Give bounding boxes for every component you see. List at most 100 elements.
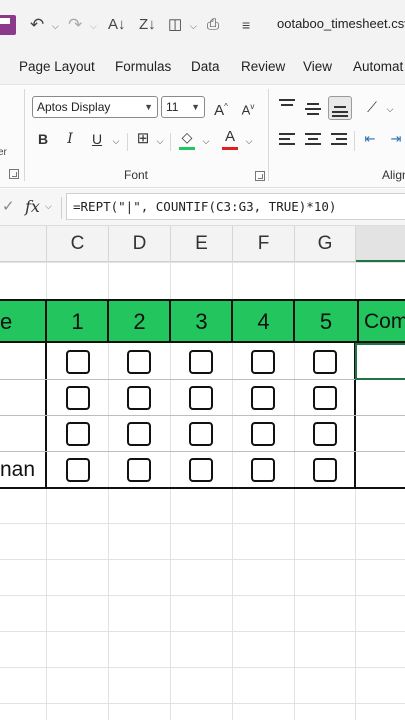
- header-cell-name[interactable]: e: [0, 301, 12, 341]
- checkbox[interactable]: [66, 422, 90, 446]
- tab-automate[interactable]: Automat: [353, 59, 403, 74]
- checkbox[interactable]: [189, 458, 213, 482]
- print-preview-icon[interactable]: ⎙: [207, 14, 219, 36]
- formula-bar: ✓ fx ⌵ =REPT("|", COUNTIF(C3:G3, TRUE)*1…: [0, 189, 405, 226]
- gridline: [0, 262, 405, 263]
- italic-button[interactable]: I: [62, 129, 78, 149]
- ribbon: er Aptos Display ▼ 11 ▼ A^ Av B I U ⌵ ⊞ …: [0, 84, 405, 188]
- header-cell-comment[interactable]: Com: [357, 301, 405, 341]
- gridline: [0, 595, 405, 596]
- underline-dropdown-icon[interactable]: ⌵: [111, 131, 121, 151]
- enter-check-icon[interactable]: ✓: [2, 197, 15, 215]
- checkbox[interactable]: [127, 386, 151, 410]
- middle-align-icon[interactable]: [305, 101, 321, 115]
- underline-button[interactable]: U: [89, 129, 105, 149]
- fill-color-swatch: [179, 147, 195, 150]
- font-color-icon: A: [224, 128, 235, 145]
- ribbon-separator: [268, 89, 269, 181]
- font-color-button[interactable]: A: [221, 127, 239, 150]
- header-cell-day-2[interactable]: 2: [107, 301, 170, 341]
- header-cell-day-1[interactable]: 1: [45, 301, 108, 341]
- bottom-align-button[interactable]: [328, 96, 352, 120]
- tab-formulas[interactable]: Formulas: [115, 59, 171, 74]
- orientation-icon[interactable]: ⟋: [361, 97, 383, 117]
- ribbon-separator: [170, 133, 171, 151]
- shrink-font-button[interactable]: Av: [238, 97, 258, 120]
- tab-review[interactable]: Review: [241, 59, 285, 74]
- header-cell-day-3[interactable]: 3: [169, 301, 232, 341]
- column-header-g[interactable]: G: [295, 226, 356, 262]
- checkbox[interactable]: [127, 350, 151, 374]
- tab-view[interactable]: View: [303, 59, 332, 74]
- header-cell-day-4[interactable]: 4: [231, 301, 294, 341]
- orientation-dropdown-icon[interactable]: ⌵: [385, 99, 395, 119]
- formula-input[interactable]: =REPT("|", COUNTIF(C3:G3, TRUE)*10): [66, 193, 405, 220]
- worksheet-grid[interactable]: e 1 2 3 4 5 Com nan: [0, 262, 405, 720]
- decrease-indent-icon[interactable]: ⇤: [360, 129, 380, 149]
- column-header-e[interactable]: E: [171, 226, 233, 262]
- redo-dropdown-icon[interactable]: ⌵: [90, 15, 97, 37]
- checkbox[interactable]: [127, 458, 151, 482]
- align-right-icon[interactable]: [331, 133, 347, 147]
- checkbox[interactable]: [66, 458, 90, 482]
- checkbox[interactable]: [66, 350, 90, 374]
- save-icon[interactable]: [0, 15, 16, 35]
- active-cell-selection[interactable]: [355, 343, 405, 380]
- chevron-down-icon[interactable]: ⌵: [45, 201, 52, 212]
- font-launcher-icon[interactable]: [255, 171, 265, 181]
- gridline: [0, 667, 405, 668]
- checkbox[interactable]: [189, 386, 213, 410]
- align-left-icon[interactable]: [279, 133, 295, 147]
- font-size-combo[interactable]: 11 ▼: [161, 96, 205, 118]
- shapes-dropdown-icon[interactable]: ⌵: [190, 15, 197, 37]
- column-header-h[interactable]: [356, 226, 405, 262]
- increase-indent-icon[interactable]: ⇥: [386, 129, 405, 149]
- ribbon-separator: [127, 133, 128, 151]
- checkbox[interactable]: [251, 386, 275, 410]
- borders-dropdown-icon[interactable]: ⌵: [155, 131, 165, 151]
- tab-page-layout[interactable]: Page Layout: [19, 59, 95, 74]
- align-center-icon[interactable]: [305, 133, 321, 147]
- top-align-icon[interactable]: [279, 99, 295, 113]
- grow-font-button[interactable]: A^: [211, 97, 231, 121]
- chevron-down-icon: ▼: [144, 102, 153, 112]
- undo-dropdown-icon[interactable]: ⌵: [52, 15, 59, 37]
- checkbox[interactable]: [127, 422, 151, 446]
- checkbox[interactable]: [251, 350, 275, 374]
- checkbox[interactable]: [313, 458, 337, 482]
- column-header-b[interactable]: [0, 226, 47, 262]
- font-color-dropdown-icon[interactable]: ⌵: [244, 131, 254, 151]
- ribbon-separator: [354, 131, 355, 151]
- ribbon-separator: [24, 89, 25, 181]
- sort-ascending-icon[interactable]: A↓: [108, 14, 126, 36]
- checkbox[interactable]: [313, 350, 337, 374]
- checkbox[interactable]: [251, 458, 275, 482]
- fill-color-icon[interactable]: ◇: [178, 127, 196, 150]
- alignment-group-label: Align: [382, 168, 405, 182]
- tab-data[interactable]: Data: [191, 59, 220, 74]
- row-label-4[interactable]: nan: [0, 458, 35, 482]
- quick-access-toolbar: ↶ ⌵ ↷ ⌵ A↓ Z↓ ◫ ⌵ ⎙ ≡ ootaboo_timesheet.…: [0, 0, 405, 50]
- column-header-d[interactable]: D: [109, 226, 171, 262]
- shapes-icon[interactable]: ◫: [168, 14, 182, 36]
- undo-icon[interactable]: ↶: [30, 14, 44, 36]
- checkbox[interactable]: [66, 386, 90, 410]
- checkbox[interactable]: [189, 350, 213, 374]
- checkbox[interactable]: [313, 386, 337, 410]
- checkbox[interactable]: [251, 422, 275, 446]
- header-cell-day-5[interactable]: 5: [293, 301, 357, 341]
- fill-color-dropdown-icon[interactable]: ⌵: [201, 131, 211, 151]
- checkbox[interactable]: [189, 422, 213, 446]
- column-header-f[interactable]: F: [233, 226, 295, 262]
- font-name-combo[interactable]: Aptos Display ▼: [32, 96, 158, 118]
- borders-icon[interactable]: ⊞: [134, 129, 152, 149]
- clipboard-launcher-icon[interactable]: [9, 169, 19, 179]
- insert-function-button[interactable]: fx: [25, 197, 40, 216]
- column-header-c[interactable]: C: [47, 226, 109, 262]
- customize-qat-icon[interactable]: ≡: [242, 14, 250, 36]
- bold-button[interactable]: B: [35, 129, 51, 149]
- grow-font-icon: A: [214, 102, 225, 119]
- redo-icon[interactable]: ↷: [68, 14, 82, 36]
- sort-descending-icon[interactable]: Z↓: [139, 14, 156, 36]
- checkbox[interactable]: [313, 422, 337, 446]
